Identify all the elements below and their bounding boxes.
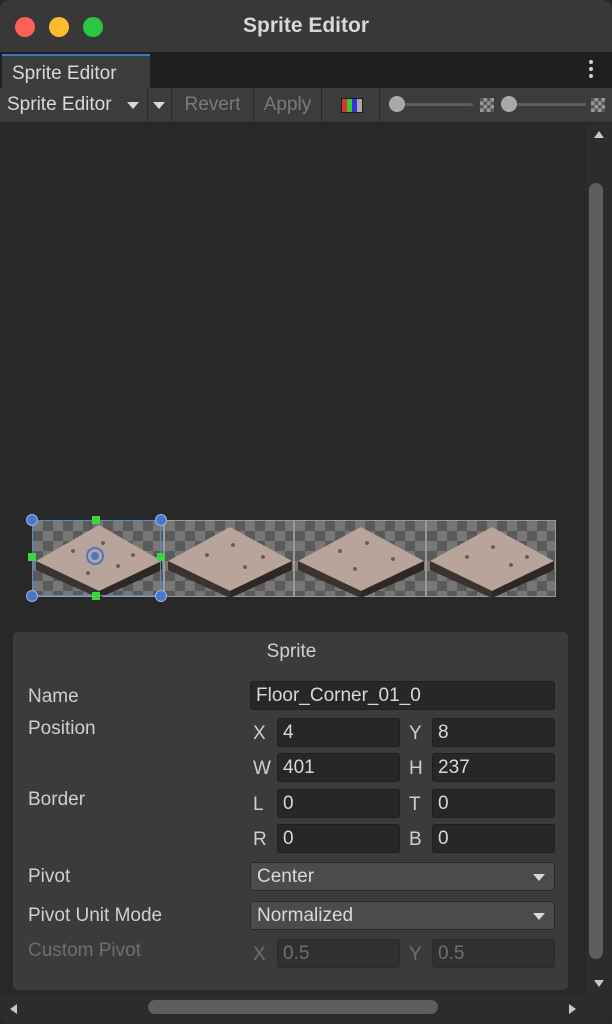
custom-pivot-x-field: 0.5	[277, 939, 400, 968]
toolbar: Sprite Editor Revert Apply	[0, 88, 612, 123]
resize-handle-bottom-right[interactable]	[155, 590, 167, 602]
panel-title: Sprite	[266, 641, 317, 662]
horizontal-scroll-thumb[interactable]	[148, 1000, 438, 1014]
alpha-slider-track[interactable]	[393, 103, 473, 106]
border-handle-bottom[interactable]	[92, 592, 100, 600]
border-handle-top[interactable]	[92, 516, 100, 524]
resize-handle-top-left[interactable]	[26, 514, 38, 526]
tab-strip: Sprite Editor	[0, 52, 612, 88]
tab-sprite-editor[interactable]: Sprite Editor	[2, 54, 150, 88]
vertical-scroll-thumb[interactable]	[589, 183, 603, 959]
scroll-down-arrow-icon[interactable]	[594, 980, 604, 987]
border-r-field[interactable]: 0	[277, 824, 400, 853]
border-t-field[interactable]: 0	[432, 789, 555, 818]
position-x-field[interactable]: 4	[277, 718, 400, 747]
scroll-right-arrow-icon[interactable]	[569, 1004, 576, 1014]
sprite-cell-3[interactable]	[426, 520, 556, 598]
position-x-label: X	[253, 723, 266, 744]
border-t-label: T	[409, 794, 421, 815]
horizontal-scrollbar[interactable]	[0, 996, 586, 1024]
position-label: Position	[28, 718, 96, 739]
editor-mode-dropdown[interactable]: Sprite Editor	[0, 88, 148, 122]
floor-tile-image	[430, 527, 554, 598]
pivot-label: Pivot	[28, 866, 71, 887]
sprite-cell-2[interactable]	[294, 520, 426, 598]
pivot-unit-mode-value: Normalized	[257, 905, 354, 926]
pivot-dropdown[interactable]: Center	[250, 862, 555, 891]
border-l-label: L	[253, 794, 264, 815]
sprite-cell-1[interactable]	[164, 520, 294, 598]
name-label: Name	[28, 686, 79, 707]
scroll-corner	[586, 996, 612, 1024]
slice-options-dropdown[interactable]	[148, 88, 172, 122]
pivot-unit-mode-label: Pivot Unit Mode	[28, 905, 163, 926]
resize-handle-top-right[interactable]	[155, 514, 167, 526]
kebab-menu-icon[interactable]	[588, 58, 594, 80]
position-w-label: W	[253, 758, 271, 779]
dropdown-arrow-icon	[533, 913, 545, 920]
position-h-field[interactable]: 237	[432, 753, 555, 782]
window-title: Sprite Editor	[242, 14, 369, 37]
sprite-inspector-panel: Sprite Name Floor_Corner_01_0 Position X…	[12, 631, 569, 991]
vertical-scrollbar[interactable]	[586, 123, 612, 996]
dropdown-arrow-icon	[153, 102, 165, 109]
zoom-checker-icon	[591, 98, 605, 112]
pivot-handle-icon[interactable]	[86, 547, 104, 565]
scroll-left-arrow-icon[interactable]	[10, 1004, 17, 1014]
border-handle-right[interactable]	[157, 553, 165, 561]
name-field[interactable]: Floor_Corner_01_0	[250, 681, 555, 710]
revert-button[interactable]: Revert	[172, 88, 254, 122]
border-r-label: R	[253, 829, 267, 850]
border-b-label: B	[409, 829, 422, 850]
pivot-unit-mode-dropdown[interactable]: Normalized	[250, 901, 555, 930]
pivot-value: Center	[257, 866, 315, 887]
custom-pivot-y-label: Y	[409, 944, 422, 965]
border-b-field[interactable]: 0	[432, 824, 555, 853]
floor-tile-image	[168, 527, 292, 598]
apply-button[interactable]: Apply	[254, 88, 322, 122]
position-y-label: Y	[409, 723, 422, 744]
border-l-field[interactable]: 0	[277, 789, 400, 818]
color-channel-toggle[interactable]	[322, 88, 380, 122]
floor-tile-image	[298, 527, 424, 598]
title-bar: Sprite Editor	[0, 0, 612, 52]
tab-label: Sprite Editor	[12, 63, 117, 84]
custom-pivot-y-field: 0.5	[432, 939, 555, 968]
zoom-slider-handle[interactable]	[501, 96, 517, 112]
position-y-field[interactable]: 8	[432, 718, 555, 747]
custom-pivot-x-label: X	[253, 944, 266, 965]
dropdown-arrow-icon	[127, 102, 139, 109]
position-w-field[interactable]: 401	[277, 753, 400, 782]
custom-pivot-label: Custom Pivot	[28, 940, 141, 961]
position-h-label: H	[409, 758, 423, 779]
color-channel-icon	[341, 98, 363, 113]
sprite-editor-window: Sprite Editor Sprite Editor Sprite Edito…	[0, 0, 612, 1024]
dropdown-arrow-icon	[533, 874, 545, 881]
editor-mode-label: Sprite Editor	[7, 94, 112, 115]
scroll-up-arrow-icon[interactable]	[594, 131, 604, 138]
border-handle-left[interactable]	[28, 553, 36, 561]
alpha-checker-icon	[480, 98, 494, 112]
resize-handle-bottom-left[interactable]	[26, 590, 38, 602]
border-label: Border	[28, 789, 86, 810]
alpha-slider-handle[interactable]	[389, 96, 405, 112]
